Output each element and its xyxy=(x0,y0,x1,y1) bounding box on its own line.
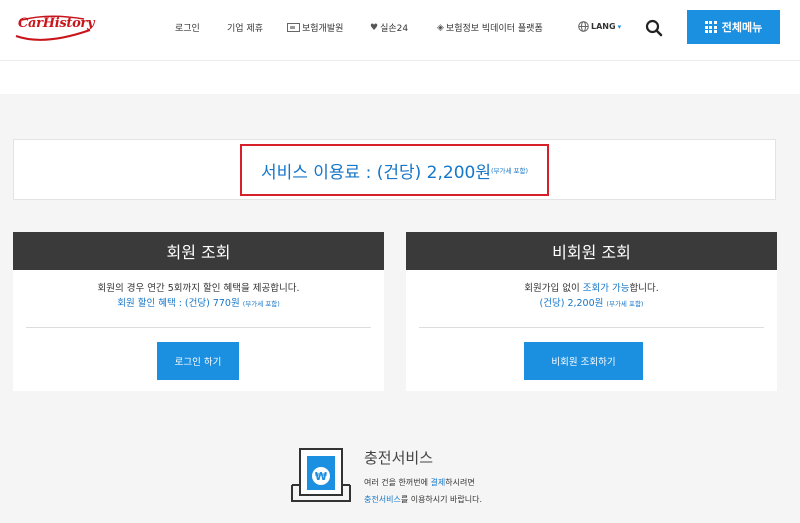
vat-included-note: (부가세 포함) xyxy=(491,167,529,175)
login-button[interactable]: 로그인 하기 xyxy=(157,342,239,380)
card-divider xyxy=(26,327,371,328)
charge-desc-part2: 하시려면 xyxy=(445,478,475,487)
nav-lang-label: LANG xyxy=(591,22,616,31)
logo-text: CarHistory xyxy=(18,16,95,31)
nonmember-card-title: 비회원 조회 xyxy=(406,232,777,270)
nav-kidi-label: 보험개발원 xyxy=(302,24,344,34)
nonmember-card-description: 회원가입 없이 조회가 가능합니다. xyxy=(406,281,777,296)
member-vat-note: (부가세 포함) xyxy=(242,300,280,308)
charge-wallet-icon: ₩ xyxy=(291,448,351,502)
search-icon[interactable] xyxy=(645,19,663,37)
nav-partnership[interactable]: 기업 제휴 xyxy=(227,21,263,34)
member-card-title: 회원 조회 xyxy=(13,232,384,270)
nav-login-label: 로그인 xyxy=(175,24,200,34)
carhistory-logo[interactable]: CarHistory xyxy=(14,12,95,46)
nav-bigdata[interactable]: ◈ 보험정보 빅데이터 플랫폼 xyxy=(437,21,543,35)
globe-icon xyxy=(578,21,589,32)
caret-down-icon: ▾ xyxy=(617,22,622,31)
charge-payment-highlight: 결제 xyxy=(430,478,446,487)
cube-icon: ◈ xyxy=(437,22,444,33)
svg-text:₩: ₩ xyxy=(315,470,327,483)
nonmember-desc-part2: 합니다. xyxy=(629,283,659,294)
grid-menu-icon xyxy=(704,21,717,33)
nav-silson24[interactable]: ♥ 실손24 xyxy=(370,21,409,35)
nav-kidi[interactable]: 보험개발원 xyxy=(287,21,343,34)
nav-silson24-label: 실손24 xyxy=(380,24,409,34)
member-discount-text: 회원 할인 혜택 : (건당) 770원 xyxy=(117,298,240,309)
member-card-description: 회원의 경우 연간 5회까지 할인 혜택을 제공합니다. xyxy=(97,283,300,294)
charge-service-title: 충전서비스 xyxy=(364,449,434,467)
full-menu-button[interactable]: 전체메뉴 xyxy=(687,10,780,44)
full-menu-label: 전체메뉴 xyxy=(721,21,763,34)
heart-icon: ♥ xyxy=(370,22,379,33)
nonmember-price-line: (건당) 2,200원 (부가세 포함) xyxy=(406,296,777,312)
institute-logo-icon xyxy=(287,23,300,32)
charge-service-description: 여러 건을 한꺼번에 결제하시려면 충전서비스를 이용하시기 바랍니다. xyxy=(364,474,482,508)
nonmember-price-text: (건당) 2,200원 xyxy=(539,298,604,309)
nonmember-lookup-button[interactable]: 비회원 조회하기 xyxy=(524,342,643,380)
service-fee-text: 서비스 이용료 : (건당) 2,200원 xyxy=(260,162,491,183)
service-fee-highlight: 서비스 이용료 : (건당) 2,200원 (부가세 포함) xyxy=(240,144,549,196)
nav-partnership-label: 기업 제휴 xyxy=(227,24,263,34)
site-header: CarHistory 로그인 기업 제휴 보험개발원 ♥ 실손24 ◈ 보험정보… xyxy=(0,0,800,60)
nonmember-desc-highlight: 조회가 가능 xyxy=(582,283,630,294)
charge-desc-part1: 여러 건을 한꺼번에 xyxy=(364,478,431,487)
charge-service-link[interactable]: 충전서비스 xyxy=(364,495,401,504)
nonmember-vat-note: (부가세 포함) xyxy=(606,300,644,308)
member-lookup-card: 회원 조회 회원의 경우 연간 5회까지 할인 혜택을 제공합니다. 회원 할인… xyxy=(13,232,384,391)
member-discount-line: 회원 할인 혜택 : (건당) 770원 (부가세 포함) xyxy=(13,296,384,312)
nav-bigdata-label: 보험정보 빅데이터 플랫폼 xyxy=(445,24,543,34)
nav-login[interactable]: 로그인 xyxy=(175,21,200,34)
sub-header-band xyxy=(0,60,800,94)
nonmember-lookup-card: 비회원 조회 회원가입 없이 조회가 가능합니다. (건당) 2,200원 (부… xyxy=(406,232,777,391)
nonmember-desc-part1: 회원가입 없이 xyxy=(524,283,583,294)
nav-lang[interactable]: LANG ▾ xyxy=(578,21,621,32)
card-divider xyxy=(419,327,764,328)
charge-desc-part3: 를 이용하시기 바랍니다. xyxy=(400,495,483,504)
